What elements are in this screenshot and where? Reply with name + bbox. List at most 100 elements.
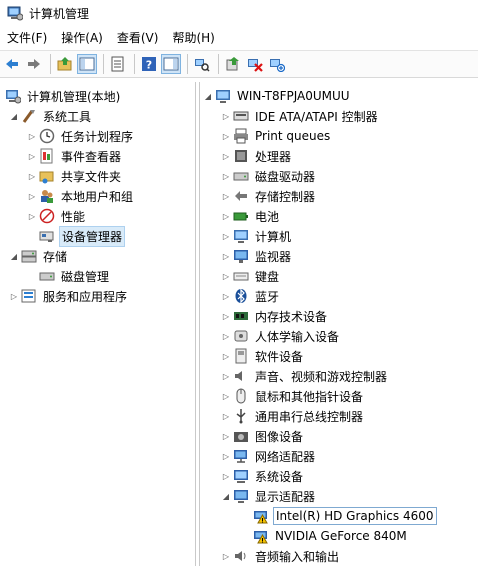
device-tree-root[interactable]: ◢ WIN-T8FPJA0UMUU <box>202 86 352 106</box>
device-category-label: 显示适配器 <box>255 489 316 504</box>
device-item[interactable]: NVIDIA GeForce 840M <box>252 526 409 546</box>
expand-arrow-icon[interactable]: ▷ <box>220 446 232 466</box>
tree-item-storage[interactable]: ◢ 存储 <box>8 246 69 266</box>
action-pane-icon[interactable] <box>161 54 181 74</box>
tree-item-shared-folders[interactable]: ▷ 共享文件夹 <box>26 166 123 186</box>
expand-arrow-icon[interactable]: ▷ <box>26 166 38 186</box>
expand-arrow-icon[interactable]: ▷ <box>26 206 38 226</box>
tree-item-label: 系统工具 <box>43 109 92 124</box>
device-category-software-device[interactable]: ▷ 软件设备 <box>220 346 305 366</box>
device-category-bluetooth[interactable]: ▷ 蓝牙 <box>220 286 281 306</box>
device-category-sound[interactable]: ▷ 声音、视频和游戏控制器 <box>220 366 389 386</box>
device-category-battery[interactable]: ▷ 电池 <box>220 206 281 226</box>
expand-arrow-icon[interactable]: ▷ <box>220 266 232 286</box>
tree-item-event-viewer[interactable]: ▷ 事件查看器 <box>26 146 123 166</box>
device-category-network-adapter[interactable]: ▷ 网络适配器 <box>220 446 317 466</box>
device-category-processor[interactable]: ▷ 处理器 <box>220 146 293 166</box>
device-category-audio-io[interactable]: ▷ 音频输入和输出 <box>220 546 341 566</box>
collapse-arrow-icon[interactable]: ◢ <box>220 486 232 506</box>
device-category-keyboard[interactable]: ▷ 键盘 <box>220 266 281 286</box>
menu-file[interactable]: 文件(F) <box>0 27 54 49</box>
expand-arrow-icon[interactable]: ▷ <box>220 186 232 206</box>
device-category-computer[interactable]: ▷ 计算机 <box>220 226 293 246</box>
help-icon[interactable]: ? <box>139 54 159 74</box>
device-category-label: IDE ATA/ATAPI 控制器 <box>255 109 378 124</box>
network-adapter-icon <box>232 447 250 465</box>
device-category-camera[interactable]: ▷ 图像设备 <box>220 426 305 446</box>
device-category-system-device[interactable]: ▷ 系统设备 <box>220 466 305 486</box>
device-category-disk-drive[interactable]: ▷ 磁盘驱动器 <box>220 166 317 186</box>
expand-arrow-icon[interactable]: ▷ <box>220 206 232 226</box>
scan-hardware-icon[interactable] <box>192 54 212 74</box>
tree-item-label: 任务计划程序 <box>61 129 134 144</box>
expand-arrow-icon[interactable]: ▷ <box>220 406 232 426</box>
properties-icon[interactable] <box>108 54 128 74</box>
device-category-usb[interactable]: ▷ 通用串行总线控制器 <box>220 406 365 426</box>
menu-help[interactable]: 帮助(H) <box>165 27 221 49</box>
tree-item-system-tools[interactable]: ◢ 系统工具 <box>8 106 93 126</box>
tree-root-computer-management[interactable]: 计算机管理(本地) <box>4 86 122 106</box>
expand-arrow-icon[interactable]: ▷ <box>220 146 232 166</box>
tree-item-performance[interactable]: ▷ 性能 <box>26 206 87 226</box>
tree-item-local-users-groups[interactable]: ▷ 本地用户和组 <box>26 186 135 206</box>
tools-icon <box>20 107 38 125</box>
uninstall-device-icon[interactable] <box>267 54 287 74</box>
expand-arrow-icon[interactable]: ▷ <box>220 246 232 266</box>
disable-device-icon[interactable] <box>245 54 265 74</box>
processor-icon <box>232 147 250 165</box>
expand-arrow-icon[interactable]: ▷ <box>220 366 232 386</box>
device-category-storage-controller[interactable]: ▷ 存储控制器 <box>220 186 317 206</box>
collapse-arrow-icon[interactable]: ◢ <box>8 106 20 126</box>
tree-item-task-scheduler[interactable]: ▷ 任务计划程序 <box>26 126 135 146</box>
device-category-printer[interactable]: ▷ Print queues <box>220 126 332 146</box>
expand-arrow-icon[interactable]: ▷ <box>220 226 232 246</box>
audio-io-icon <box>232 547 250 565</box>
expand-arrow-icon[interactable]: ▷ <box>26 146 38 166</box>
menu-action[interactable]: 操作(A) <box>54 27 110 49</box>
expand-arrow-icon[interactable]: ▷ <box>220 106 232 126</box>
expand-arrow-icon[interactable]: ▷ <box>220 306 232 326</box>
expand-arrow-icon[interactable]: ▷ <box>26 186 38 206</box>
expand-arrow-icon[interactable]: ▷ <box>220 426 232 446</box>
expand-arrow-icon[interactable]: ▷ <box>220 126 232 146</box>
device-category-memory-device[interactable]: ▷ 内存技术设备 <box>220 306 329 326</box>
tree-item-label: 存储 <box>43 249 68 264</box>
expand-arrow-icon[interactable]: ▷ <box>220 386 232 406</box>
expand-arrow-icon[interactable]: ▷ <box>220 546 232 566</box>
update-driver-icon[interactable] <box>223 54 243 74</box>
show-hide-tree-icon[interactable] <box>77 54 97 74</box>
expand-arrow-icon[interactable]: ▷ <box>220 286 232 306</box>
device-category-label: 键盘 <box>255 269 280 284</box>
menu-view[interactable]: 查看(V) <box>110 27 166 49</box>
tree-item-label: 本地用户和组 <box>61 189 134 204</box>
device-manager-icon <box>38 227 56 245</box>
expand-arrow-icon[interactable]: ▷ <box>220 166 232 186</box>
device-item[interactable]: Intel(R) HD Graphics 4600 <box>252 506 437 526</box>
device-category-label: 监视器 <box>255 249 292 264</box>
device-category-ide-controller[interactable]: ▷ IDE ATA/ATAPI 控制器 <box>220 106 380 126</box>
tree-item-disk-management[interactable]: 磁盘管理 <box>38 266 111 286</box>
forward-icon[interactable] <box>24 54 44 74</box>
back-icon[interactable] <box>2 54 22 74</box>
device-item-label: Intel(R) HD Graphics 4600 <box>273 507 437 525</box>
device-category-mouse[interactable]: ▷ 鼠标和其他指针设备 <box>220 386 365 406</box>
device-category-label: 内存技术设备 <box>255 309 328 324</box>
device-category-display-adapter[interactable]: ◢ 显示适配器 <box>220 486 317 506</box>
device-category-label: 声音、视频和游戏控制器 <box>255 369 388 384</box>
device-category-label: 蓝牙 <box>255 289 280 304</box>
device-category-hid[interactable]: ▷ 人体学输入设备 <box>220 326 341 346</box>
expand-arrow-icon[interactable]: ▷ <box>8 286 20 306</box>
tree-item-label: 性能 <box>61 209 86 224</box>
up-folder-icon[interactable] <box>55 54 75 74</box>
expand-arrow-icon[interactable]: ▷ <box>220 346 232 366</box>
device-category-monitor[interactable]: ▷ 监视器 <box>220 246 293 266</box>
tree-item-device-manager[interactable]: 设备管理器 <box>38 225 126 247</box>
collapse-arrow-icon[interactable]: ◢ <box>202 86 214 106</box>
tree-item-services-applications[interactable]: ▷ 服务和应用程序 <box>8 286 129 306</box>
expand-arrow-icon[interactable]: ▷ <box>220 326 232 346</box>
expand-arrow-icon[interactable]: ▷ <box>220 466 232 486</box>
expand-arrow-icon[interactable]: ▷ <box>26 126 38 146</box>
services-icon <box>20 287 38 305</box>
collapse-arrow-icon[interactable]: ◢ <box>8 246 20 266</box>
shared-folder-icon <box>38 167 56 185</box>
